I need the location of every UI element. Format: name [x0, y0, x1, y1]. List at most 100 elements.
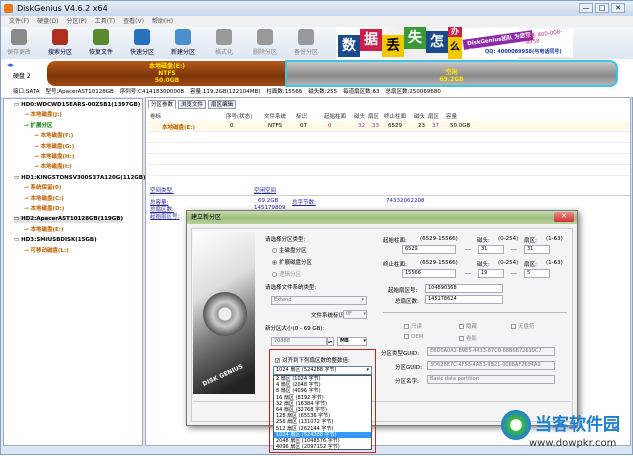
range-text: (1-63) — [546, 236, 563, 242]
tree-item[interactable]: ⊸ 本地磁盘(G:) — [34, 144, 74, 151]
partition-bar-free[interactable]: 空闲 69.2GB — [285, 60, 618, 87]
align-select[interactable]: 1024 扇区 (524288 字节) ▾ — [273, 366, 372, 375]
tree-item-label: 本地磁盘(I:) — [40, 164, 72, 171]
radio-extended[interactable]: 扩展磁盘分区 — [272, 258, 312, 266]
search-button[interactable]: 搜索分区 — [46, 29, 74, 56]
watermark-url: www.dowpkr.com — [529, 438, 617, 449]
column-header[interactable]: 容量 — [446, 112, 457, 120]
radio-primary[interactable]: 主磁盘分区 — [272, 246, 307, 254]
dash: --- — [465, 247, 471, 253]
recover-file-icon — [93, 29, 109, 45]
tab-browse-files[interactable]: 浏览文件 — [178, 100, 207, 109]
disk-info-item: 柱面数:15566 — [266, 89, 303, 95]
banner-tile: 据 — [360, 29, 382, 51]
dialog-close-button[interactable]: ✕ — [554, 212, 574, 222]
partition-bar-e[interactable]: 本地磁盘(E:) NTFS 50.0GB — [47, 61, 287, 86]
start-head-input[interactable]: 31 — [478, 245, 504, 254]
menu-item[interactable]: 硬盘(D) — [37, 16, 58, 27]
tree-item[interactable]: ⊸ 系统保留(0) — [24, 185, 61, 192]
no-drive-letter-checkbox[interactable]: 无盘符 — [511, 322, 535, 330]
new-partition-icon — [175, 29, 191, 45]
menu-item[interactable]: 文件(F) — [9, 16, 29, 27]
menu-item[interactable]: 查看(V) — [123, 16, 144, 27]
column-header[interactable]: 序号(状态) — [226, 112, 252, 120]
end-sector-input[interactable]: 5 — [524, 269, 550, 278]
shadow-checkbox[interactable]: 卷影 — [459, 334, 477, 342]
quick-partition-button[interactable]: 快速分区 — [128, 29, 156, 56]
column-header[interactable]: 扇区 — [428, 112, 439, 120]
minimize-button[interactable]: — — [579, 3, 593, 13]
tree-item[interactable]: ⊸ 本地磁盘(E:) — [24, 227, 64, 234]
fs-type-select[interactable]: Extend ▾ — [271, 296, 367, 305]
tree-item[interactable]: ⊸ 本地磁盘(H:) — [34, 154, 74, 161]
tree-item-label: HD0:WDCWD15EARS-00Z5B1(1397GB) — [21, 102, 141, 108]
menu-item[interactable]: 工具(T) — [95, 16, 115, 27]
start-sector-no-input[interactable]: 104890368 — [425, 284, 503, 293]
start-cylinder-input[interactable]: 6529 — [402, 245, 456, 254]
name-label: 分区名字: — [395, 379, 419, 385]
tree-item[interactable]: ⊸ 本地磁盘(J:) — [24, 112, 62, 119]
name-input[interactable]: Basic data partition — [427, 375, 555, 384]
tree-item[interactable]: ▭ HD2:ApacerAST10128GB(119GB) — [14, 216, 123, 224]
column-header[interactable]: 磁头 — [354, 112, 365, 120]
column-header[interactable]: 磁头 — [414, 112, 425, 120]
menu-item[interactable]: 分区(P) — [66, 16, 86, 27]
total-sectors-input[interactable]: 145178624 — [425, 295, 503, 304]
column-header[interactable]: 卷标 — [150, 112, 161, 120]
tree-item-label: 本地磁盘(F:) — [40, 133, 74, 140]
tree-item[interactable]: ⊸ 本地磁盘(C:) — [24, 196, 64, 203]
tab-sector-edit[interactable]: 扇区编辑 — [208, 100, 237, 109]
oem-checkbox[interactable]: OEM — [404, 334, 424, 340]
close-button[interactable]: ✕ — [611, 3, 625, 13]
disk-info-line: 接口:SATA 型号:ApacerAST10128GB 序列号:C414183000… — [1, 87, 633, 97]
backup-partition-button[interactable]: 备份分区 — [292, 29, 320, 56]
size-unit-select[interactable]: MB ▾ — [337, 337, 367, 346]
disk-nav-arrows-icon[interactable]: ◂▸ — [7, 61, 14, 69]
align-option[interactable]: 4096 扇区 (2097152 字节) — [274, 444, 371, 450]
tree-item[interactable]: ▭ HD1:KINGSTONSV300S37A120G(112GB) — [14, 175, 146, 182]
new-partition-button[interactable]: 新建分区 — [169, 29, 197, 56]
tree-item-label: 本地磁盘(G:) — [40, 143, 75, 150]
total-bytes-label: 总字节数: — [292, 200, 316, 206]
hidden-checkbox[interactable]: 隐藏 — [459, 322, 477, 330]
end-cylinder-input[interactable]: 15566 — [402, 269, 456, 278]
maximize-button[interactable]: □ — [595, 3, 609, 13]
save-button[interactable]: 保存更改 — [5, 29, 33, 56]
type-guid-input[interactable]: EBD0A0A2-B9E5-4433-87C0-68B6B72699C7 — [427, 347, 555, 356]
align-dropdown-list[interactable]: 2 扇区 (1024 字节) 4 扇区 (2048 字节) 8 扇区 (4096 字… — [273, 375, 372, 450]
table-cell: 50.0GB — [450, 123, 471, 129]
banner-tile: 数 — [338, 35, 360, 57]
tree-item[interactable]: ⊸ 本地磁盘(I:) — [34, 164, 72, 171]
tree-item[interactable]: ⊸ 本地磁盘(D:) — [24, 206, 64, 213]
disk-tree[interactable]: ▭ HD0:WDCWD15EARS-00Z5B1(1397GB) ⊸ 本地磁盘(J… — [3, 98, 146, 446]
start-sector-input[interactable]: 31 — [524, 245, 550, 254]
tree-item[interactable]: ⊸ 扩展分区 — [24, 123, 53, 130]
tree-item[interactable]: ▭ HD3:SMIUSBDISK(15GB) — [14, 237, 97, 244]
search-icon — [52, 29, 68, 45]
menu-item[interactable]: 帮助(H) — [152, 16, 173, 27]
recover-file-button[interactable]: 恢复文件 — [87, 29, 115, 56]
new-partition-dialog: 建立新分区 ✕ DISK GENIUS 请选择分区类型: 主磁盘分区 扩展磁盘分… — [186, 210, 578, 426]
column-header[interactable]: 终止柱面 — [384, 112, 406, 120]
column-header[interactable]: 标识 — [296, 112, 307, 120]
fs-id-select[interactable]: 0F ▾ — [343, 310, 367, 319]
tree-item[interactable]: ▭ HD0:WDCWD15EARS-00Z5B1(1397GB) — [14, 102, 140, 109]
column-header[interactable]: 起始柱面 — [324, 112, 346, 120]
tab-partition-params[interactable]: 分区参数 — [148, 100, 177, 109]
delete-partition-button[interactable]: 删除分区 — [251, 29, 279, 56]
tree-item[interactable]: ⊸ 本地磁盘(F:) — [34, 133, 73, 140]
size-input[interactable]: 70888 — [271, 337, 327, 346]
tree-item-label: 本地磁盘(J:) — [30, 112, 62, 119]
size-stepper[interactable]: ▴▾ — [327, 337, 334, 346]
toolbar-label: 保存更改 — [6, 49, 31, 56]
partition-size: 69.2GB — [439, 76, 464, 83]
end-head-input[interactable]: 19 — [478, 269, 504, 278]
format-button[interactable]: 格式化 — [210, 29, 238, 56]
tree-item[interactable]: ⊸ 可移动磁盘(L:) — [24, 248, 69, 255]
radio-logical[interactable]: 逻辑分区 — [272, 270, 301, 278]
range-text: (0-254) — [498, 236, 519, 242]
readonly-checkbox[interactable]: 只读 — [404, 322, 422, 330]
column-header[interactable]: 文件系统 — [264, 112, 286, 120]
column-header[interactable]: 扇区 — [368, 112, 379, 120]
guid-input[interactable]: 3D62BE7C-4F53-4AE3-9B21-0088AF2694A9 — [427, 361, 555, 370]
